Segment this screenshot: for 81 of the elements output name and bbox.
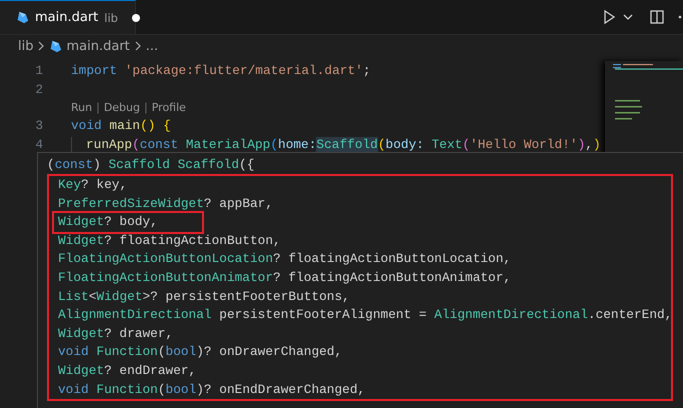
bracket-token: ( [270, 137, 278, 152]
code-token: ? body, [104, 214, 158, 230]
type-token: Widget [58, 214, 104, 230]
type-token: Function [95, 382, 158, 397]
codelens-link[interactable]: Run [71, 101, 92, 114]
code-token: ? floatingActionButton, [104, 232, 281, 248]
type-token: Widget [58, 232, 104, 248]
code-token: ? floatingActionButtonLocation, [273, 251, 512, 266]
code-token: )? onEndDrawerChanged, [196, 382, 366, 397]
type-token: PreferredSizeWidget [58, 196, 204, 211]
type-token: Widget [58, 362, 104, 378]
tab-folder-label: lib [104, 10, 118, 24]
code-token: ? key, [81, 177, 128, 192]
function-token: runApp [86, 137, 132, 152]
dart-logo-icon [49, 40, 62, 52]
bracket-token: ( [132, 137, 140, 152]
keyword-token: void [58, 344, 89, 360]
type-token: Key [58, 177, 82, 192]
dart-logo-icon [16, 11, 29, 24]
code-token: , [585, 137, 593, 152]
type-token: List [58, 288, 89, 304]
code-token: ( [47, 157, 55, 172]
type-token: Scaffold [107, 157, 170, 172]
codelens-separator: | [96, 101, 100, 114]
code-token: ? drawer, [104, 326, 174, 341]
tab-title: main.dart [35, 10, 98, 25]
string-token: 'package:flutter/material.dart' [124, 63, 363, 78]
keyword-token: const [140, 137, 178, 152]
type-token: AlignmentDirectional [434, 307, 588, 322]
string-token: 'Hello World!' [470, 137, 578, 152]
keyword-token: void [58, 382, 89, 397]
type-token: Widget [96, 288, 142, 304]
keyword-token: import [71, 63, 118, 78]
code-token: .centerEnd, [588, 307, 672, 322]
bracket-token: ( [462, 137, 470, 152]
type-token: Text [430, 137, 462, 152]
parameter-token: body: [386, 137, 424, 152]
code-token: ; [362, 63, 371, 78]
type-token: AlignmentDirectional [58, 307, 212, 322]
line-number: 2 [35, 82, 43, 97]
line-number: 4 [35, 137, 43, 152]
breadcrumb-item[interactable]: lib [18, 38, 34, 54]
type-token: FloatingActionButtonAnimator [58, 270, 274, 285]
keyword-token: bool [166, 344, 196, 360]
codelens-separator: | [144, 101, 148, 114]
breadcrumb-item[interactable]: main.dart [66, 38, 130, 54]
split-editor-icon[interactable] [649, 9, 665, 25]
type-token: Scaffold [176, 157, 240, 172]
type-token: MaterialApp [184, 137, 270, 152]
code-token: ) [93, 157, 101, 172]
code-token: ? floatingActionButtonAnimator, [273, 270, 512, 285]
type-token: Widget [58, 326, 104, 341]
code-token: >? persistentFooterButtons, [142, 288, 350, 304]
parameter-token: home: [278, 137, 316, 152]
keyword-token: const [54, 157, 94, 172]
codelens-link[interactable]: Profile [152, 101, 186, 114]
bracket-token: ) [578, 137, 586, 152]
keyword-token: void [71, 118, 102, 133]
line-number: 1 [35, 63, 43, 78]
code-token: )? onDrawerChanged, [196, 344, 342, 360]
code-token: ( [158, 382, 166, 397]
breadcrumb-item[interactable]: ... [146, 38, 158, 54]
bracket-token: ( [378, 137, 386, 152]
unsaved-dot-icon[interactable] [132, 14, 140, 22]
code-token: ? endDrawer, [104, 362, 196, 378]
bracket-token: () { [140, 118, 171, 133]
codelens-link[interactable]: Debug [104, 101, 140, 114]
function-token: main [108, 118, 140, 133]
type-token: Function [95, 344, 158, 360]
code-token: ( [158, 344, 166, 360]
code-token: < [88, 288, 96, 304]
type-token: Scaffold [316, 137, 378, 152]
keyword-token: bool [166, 382, 196, 397]
code-token: ? appBar, [204, 196, 274, 211]
type-token: FloatingActionButtonLocation [58, 251, 274, 266]
code-token: ({ [239, 157, 254, 172]
code-token: persistentFooterAlignment = [218, 307, 428, 322]
chevron-right-icon [37, 40, 46, 52]
bracket-token: ) [592, 137, 601, 152]
chevron-right-icon [134, 40, 142, 52]
line-number: 3 [35, 118, 43, 133]
